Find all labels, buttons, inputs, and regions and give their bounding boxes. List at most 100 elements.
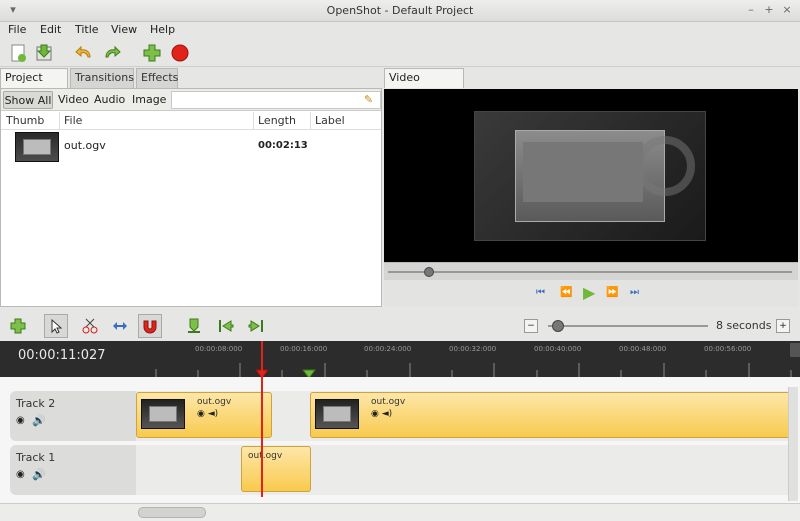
redo-icon[interactable] (100, 41, 124, 65)
undo-icon[interactable] (72, 41, 96, 65)
menu-view[interactable]: View (111, 22, 137, 38)
tab-transitions[interactable]: Transitions (70, 68, 134, 88)
timeline-horizontal-scrollbar[interactable] (0, 503, 800, 521)
jump-end-icon[interactable]: ⏭ (630, 287, 639, 298)
play-icon[interactable]: ▶ (583, 283, 595, 302)
timeline-vertical-scrollbar[interactable] (788, 387, 798, 501)
column-divider (310, 112, 311, 130)
audio-filter-button[interactable]: Audio (94, 91, 125, 109)
title-bar: ▾ OpenShot - Default Project – + × (0, 0, 800, 22)
close-icon[interactable]: × (780, 3, 794, 17)
add-marker-icon[interactable] (182, 314, 206, 338)
rewind-icon[interactable]: ⏪ (560, 287, 572, 298)
project-files-panel: Show All Video Audio Image ✎ Thumb File … (0, 88, 382, 307)
resize-tool-icon[interactable] (108, 314, 132, 338)
column-divider (59, 112, 60, 130)
image-filter-button[interactable]: Image (132, 91, 166, 109)
track-name: Track 1 (16, 451, 56, 464)
clip-label: out.ogv (371, 397, 406, 407)
column-divider (253, 112, 254, 130)
visibility-eye-icon[interactable]: ◉ (16, 415, 25, 426)
video-filter-button[interactable]: Video (58, 91, 89, 109)
visibility-eye-icon[interactable]: ◉ (16, 469, 25, 480)
ruler-tick-label: 00:00:40:000 (534, 345, 582, 353)
playhead-line[interactable] (261, 341, 263, 497)
tab-effects[interactable]: Effects (136, 68, 178, 88)
zoom-out-icon[interactable]: − (524, 319, 538, 333)
ruler-tick-label: 00:00:32:000 (449, 345, 497, 353)
timeline-clip[interactable]: out.ogv ◉ ◄) (136, 392, 272, 438)
maximize-icon[interactable]: + (762, 3, 776, 17)
clip-thumbnail (315, 399, 359, 429)
column-label[interactable]: Label (315, 112, 345, 130)
ruler-tick-label: 00:00:08:000 (195, 345, 243, 353)
clip-thumbnail (141, 399, 185, 429)
volume-icon[interactable]: 🔊 (32, 414, 46, 427)
volume-icon[interactable]: 🔊 (32, 468, 46, 481)
import-files-icon[interactable] (140, 41, 164, 65)
main-toolbar (0, 39, 800, 67)
column-length[interactable]: Length (258, 112, 296, 130)
file-thumbnail (15, 132, 59, 162)
ruler-tick-label: 00:00:16:000 (280, 345, 328, 353)
preview-scrubber[interactable] (384, 262, 798, 280)
zoom-slider-handle[interactable] (552, 320, 564, 332)
file-name: out.ogv (64, 139, 106, 152)
menu-bar: File Edit Title View Help (0, 22, 800, 38)
add-track-icon[interactable] (6, 314, 30, 338)
menu-title[interactable]: Title (75, 22, 99, 38)
clip-eye-icon[interactable]: ◉ ◄) (197, 409, 218, 419)
ruler-tick-label: 00:00:56:000 (704, 345, 752, 353)
previous-marker-icon[interactable] (214, 314, 238, 338)
menu-edit[interactable]: Edit (40, 22, 61, 38)
scrollbar-thumb[interactable] (138, 507, 206, 518)
clip-label: out.ogv (197, 397, 232, 407)
ruler-ticks (155, 363, 792, 377)
show-all-button[interactable]: Show All (3, 91, 53, 109)
track-name: Track 2 (16, 397, 56, 410)
file-row[interactable]: out.ogv 00:02:13 (1, 131, 381, 163)
tab-video-preview[interactable]: Video Preview (384, 68, 464, 102)
file-list-header: Thumb File Length Label (1, 112, 381, 130)
next-marker-icon[interactable] (244, 314, 268, 338)
select-tool-icon[interactable] (44, 314, 68, 338)
record-icon[interactable] (168, 41, 192, 65)
clear-brush-icon[interactable]: ✎ (364, 93, 373, 106)
fast-forward-icon[interactable]: ⏩ (606, 287, 618, 298)
snapping-icon[interactable] (138, 314, 162, 338)
timeline-toolbar: − 8 seconds + (0, 311, 800, 341)
filter-bar: Show All Video Audio Image ✎ (1, 89, 381, 111)
track-lane-1[interactable] (136, 445, 788, 495)
zoom-slider-track (548, 325, 708, 327)
zoom-in-icon[interactable]: + (776, 319, 790, 333)
new-project-icon[interactable] (6, 41, 30, 65)
track-header-1[interactable]: Track 1 ◉ 🔊 (10, 445, 136, 495)
zoom-label: 8 seconds (716, 319, 772, 332)
preview-tab-bar: Video Preview (384, 68, 798, 102)
scrubber-track (388, 271, 792, 273)
left-tab-bar: Project Files Transitions Effects (0, 68, 382, 102)
track-header-2[interactable]: Track 2 ◉ 🔊 (10, 391, 136, 441)
window-title: OpenShot - Default Project (326, 4, 474, 17)
save-project-icon[interactable] (32, 41, 56, 65)
timeline-clip[interactable]: out.ogv ◉ ◄) (310, 392, 790, 438)
ruler-scroll-stub (790, 343, 800, 357)
ruler-tick-label: 00:00:48:000 (619, 345, 667, 353)
menu-help[interactable]: Help (150, 22, 175, 38)
filter-search-input[interactable]: ✎ (171, 91, 381, 109)
timeline-ruler[interactable]: 00:00:11:027 00:00:08:000 00:00:16:000 0… (0, 341, 800, 379)
clip-label: out.ogv (248, 451, 283, 461)
tab-project-files[interactable]: Project Files (0, 68, 68, 102)
playback-controls: ⏮ ⏪ ▶ ⏩ ⏭ (384, 280, 798, 307)
menu-file[interactable]: File (8, 22, 26, 38)
column-thumb[interactable]: Thumb (6, 112, 44, 130)
ruler-tick-label: 00:00:24:000 (364, 345, 412, 353)
razor-tool-icon[interactable] (78, 314, 102, 338)
scrubber-handle[interactable] (424, 267, 434, 277)
preview-frame (474, 111, 706, 241)
timeline-clip[interactable]: out.ogv (241, 446, 311, 492)
column-file[interactable]: File (64, 112, 82, 130)
minimize-icon[interactable]: – (744, 3, 758, 17)
clip-eye-icon[interactable]: ◉ ◄) (371, 409, 392, 419)
jump-start-icon[interactable]: ⏮ (536, 287, 545, 298)
